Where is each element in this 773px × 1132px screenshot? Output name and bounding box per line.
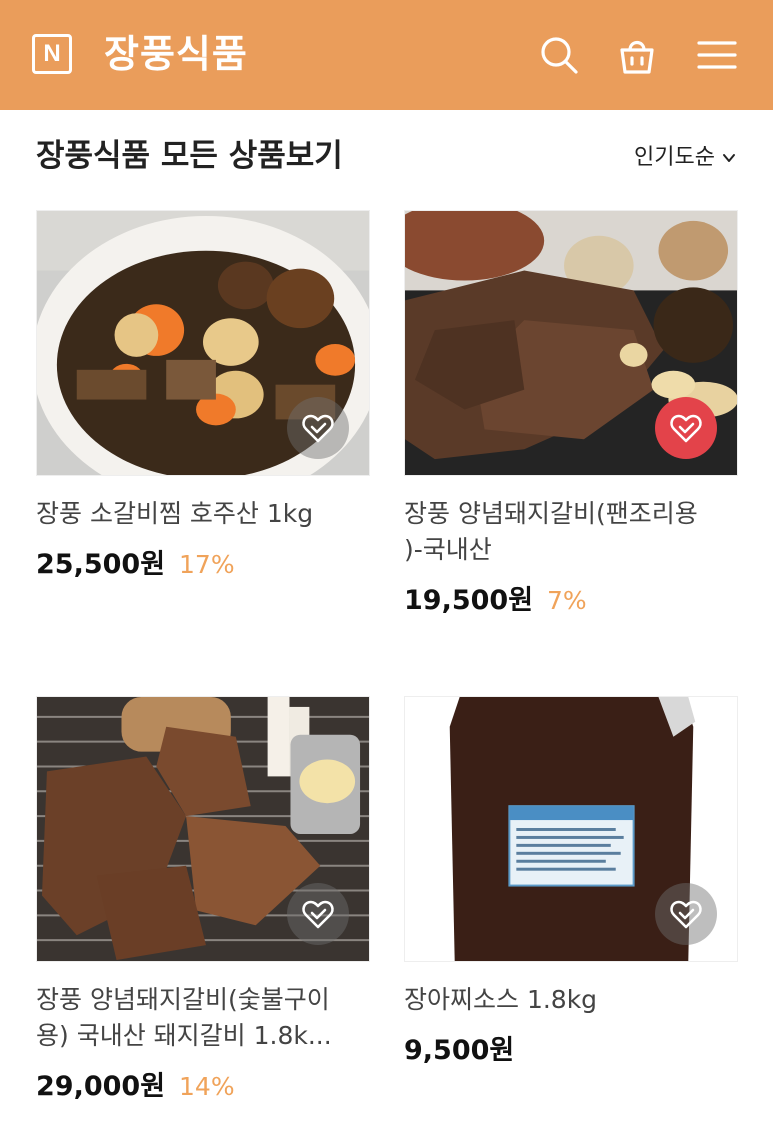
chevron-down-icon [723, 154, 735, 162]
product-name[interactable]: 장아찌소스 1.8kg [404, 982, 738, 1018]
product-image[interactable] [404, 696, 738, 962]
top-header: N 장풍식품 [0, 0, 773, 110]
product-image[interactable] [404, 210, 738, 476]
logo-icon[interactable]: N [32, 34, 72, 74]
product-image[interactable] [36, 696, 370, 962]
price-row: 19,500원 7% [404, 578, 738, 617]
wishlist-button[interactable] [287, 883, 349, 945]
heart-check-icon [670, 414, 702, 443]
product-price: 9,500원 [404, 1035, 515, 1066]
heart-check-icon [302, 414, 334, 443]
product-name[interactable]: 장풍 소갈비찜 호주산 1kg [36, 496, 370, 532]
product-name-line1: 장풍 양념돼지갈비(숯불구이 [36, 985, 330, 1014]
wishlist-button[interactable] [655, 883, 717, 945]
product-price: 25,500원 [36, 549, 166, 580]
product-price: 29,000원 [36, 1071, 166, 1102]
logo-letter: N [43, 40, 61, 67]
product-price: 19,500원 [404, 585, 534, 616]
sort-dropdown[interactable]: 인기도순 [634, 140, 737, 176]
brand-name[interactable]: 장풍식품 [104, 28, 248, 80]
discount-rate: 14% [179, 1072, 235, 1101]
discount-rate: 7% [547, 586, 587, 615]
search-icon[interactable] [538, 34, 580, 76]
shopping-bag-icon[interactable] [616, 34, 658, 76]
product-name-line1: 장풍 양념돼지갈비(팬조리용 [404, 499, 698, 528]
sort-label: 인기도순 [634, 145, 715, 170]
product-image[interactable] [36, 210, 370, 476]
price-row: 29,000원 14% [36, 1064, 370, 1103]
menu-icon[interactable] [696, 34, 738, 76]
discount-rate: 17% [179, 550, 235, 579]
heart-check-icon [670, 900, 702, 929]
page-title: 장풍식품 모든 상품보기 [36, 138, 343, 174]
price-row: 25,500원 17% [36, 542, 370, 581]
product-name-line2: 용) 국내산 돼지갈비 1.8k... [36, 1021, 332, 1050]
product-name[interactable]: 장풍 양념돼지갈비(팬조리용 )-국내산 [404, 496, 738, 568]
heart-check-icon [302, 900, 334, 929]
product-name[interactable]: 장풍 양념돼지갈비(숯불구이 용) 국내산 돼지갈비 1.8k... [36, 982, 370, 1054]
wishlist-button[interactable] [655, 397, 717, 459]
product-name-line2: )-국내산 [404, 535, 492, 564]
wishlist-button[interactable] [287, 397, 349, 459]
price-row: 9,500원 [404, 1028, 738, 1067]
